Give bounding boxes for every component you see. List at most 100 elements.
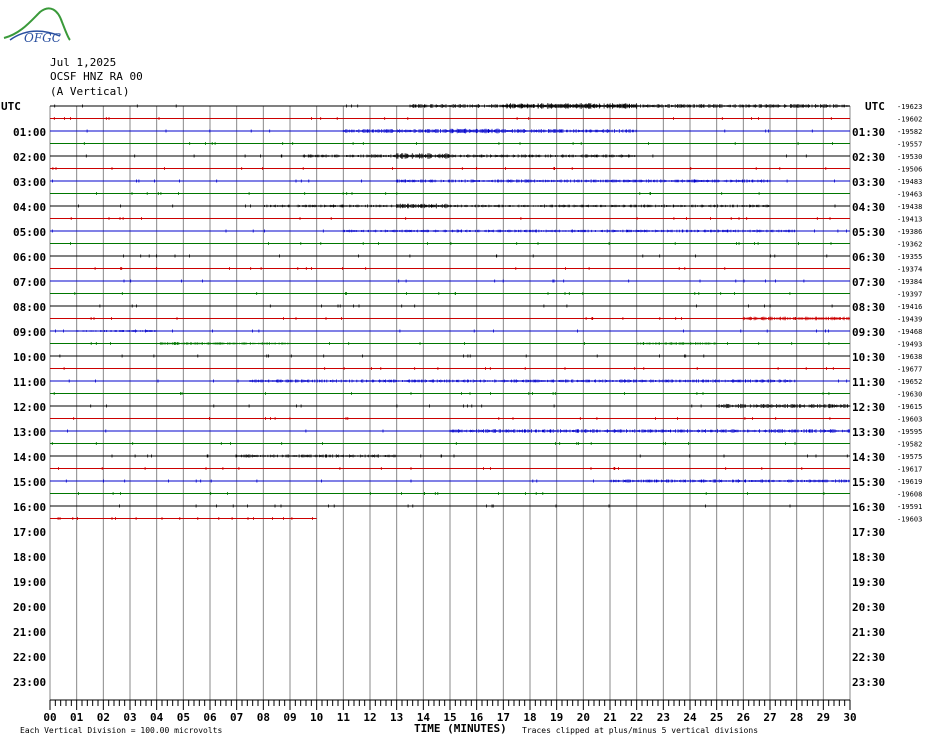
trace-offset-1: -19602: [897, 116, 922, 124]
x-tick-label-21: 21: [603, 711, 617, 724]
left-hour-label-4: 04:00: [13, 201, 46, 214]
x-tick-label-2: 02: [97, 711, 110, 724]
x-tick-label-19: 19: [550, 711, 563, 724]
left-hour-label-18: 18:00: [13, 551, 46, 564]
trace-offset-28: -19575: [897, 453, 922, 461]
right-hour-label-20: 20:30: [852, 601, 885, 614]
trace-offset-5: -19506: [897, 166, 922, 174]
trace-offset-25: -19603: [897, 416, 922, 424]
right-hour-label-15: 15:30: [852, 476, 885, 489]
right-hour-label-18: 18:30: [852, 551, 885, 564]
right-hour-label-4: 04:30: [852, 201, 885, 214]
left-hour-label-16: 16:00: [13, 501, 46, 514]
left-hour-label-21: 21:00: [13, 626, 46, 639]
left-hour-label-23: 23:00: [13, 676, 46, 689]
x-tick-label-20: 20: [577, 711, 590, 724]
trace-offset-30: -19619: [897, 478, 922, 486]
x-tick-label-29: 29: [817, 711, 830, 724]
x-tick-label-4: 04: [150, 711, 164, 724]
left-hour-labels: 01:00 02:00 03:00 04:00 05:00 06:00 07:00 08:00…: [13, 126, 46, 689]
x-tick-label-13: 13: [390, 711, 403, 724]
station-id: OCSF HNZ RA 00: [50, 70, 143, 83]
x-tick-label-27: 27: [763, 711, 776, 724]
right-hour-label-8: 08:30: [852, 301, 885, 314]
trace-offset-22: -19652: [897, 378, 922, 386]
x-tick-label-7: 07: [230, 711, 243, 724]
left-hour-label-1: 01:00: [13, 126, 46, 139]
x-tick-label-12: 12: [363, 711, 376, 724]
x-tick-label-9: 09: [283, 711, 296, 724]
x-tick-label-0: 00: [43, 711, 56, 724]
trace-offset-6: -19483: [897, 178, 922, 186]
x-tick-label-28: 28: [790, 711, 803, 724]
left-hour-label-22: 22:00: [13, 651, 46, 664]
left-hour-label-5: 05:00: [13, 226, 46, 239]
left-hour-label-11: 11:00: [13, 376, 46, 389]
left-hour-label-20: 20:00: [13, 601, 46, 614]
trace-offset-8: -19438: [897, 203, 922, 211]
trace-offset-4: -19530: [897, 153, 922, 161]
x-tick-label-30: 30: [843, 711, 856, 724]
trace-offset-16: -19416: [897, 303, 922, 311]
x-tick-label-24: 24: [683, 711, 697, 724]
x-tick-label-26: 26: [737, 711, 751, 724]
x-tick-label-22: 22: [630, 711, 643, 724]
x-axis: 00 01 02 03 04 05 06 07 08 09 10 11 12 13 14 15 16 17 18 19…: [43, 699, 857, 724]
trace-offset-11: -19362: [897, 241, 922, 249]
right-hour-label-7: 07:30: [852, 276, 885, 289]
trace-offset-13: -19374: [897, 266, 922, 274]
right-hour-label-12: 12:30: [852, 401, 885, 414]
right-hour-label-6: 06:30: [852, 251, 885, 264]
logo-text: OFGC: [24, 31, 61, 45]
trace-offset-27: -19582: [897, 441, 922, 449]
plot-grid: [49, 106, 851, 700]
left-hour-label-2: 02:00: [13, 151, 46, 164]
x-tick-label-3: 03: [123, 711, 136, 724]
trace-offset-23: -19630: [897, 391, 922, 399]
left-hour-label-10: 10:00: [13, 351, 46, 364]
right-hour-label-13: 13:30: [852, 426, 885, 439]
right-hour-label-10: 10:30: [852, 351, 885, 364]
seismogram-chart: OFGC Jul 1,2025 OCSF HNZ RA 00 (A Vertic…: [1, 7, 922, 735]
right-hour-label-21: 21:30: [852, 626, 885, 639]
right-hour-label-16: 16:30: [852, 501, 885, 514]
left-hour-label-6: 06:00: [13, 251, 46, 264]
right-hour-label-19: 19:30: [852, 576, 885, 589]
left-hour-label-9: 09:00: [13, 326, 46, 339]
trace-offset-32: -19591: [897, 503, 922, 511]
x-axis-title: TIME (MINUTES): [414, 722, 507, 735]
right-hour-label-2: 02:30: [852, 151, 885, 164]
x-tick-label-1: 01: [70, 711, 84, 724]
clip-note: Traces clipped at plus/minus 5 vertical …: [522, 726, 758, 735]
trace-offset-31: -19608: [897, 491, 922, 499]
trace-offset-24: -19615: [897, 403, 922, 411]
left-hour-label-13: 13:00: [13, 426, 46, 439]
left-hour-label-15: 15:00: [13, 476, 46, 489]
trace-offset-33: -19603: [897, 516, 922, 524]
x-tick-label-6: 06: [203, 711, 217, 724]
x-tick-label-18: 18: [523, 711, 536, 724]
scale-note: Each Vertical Division = 100.00 microvol…: [20, 726, 222, 735]
left-utc-label: UTC: [1, 100, 21, 113]
right-hour-label-5: 05:30: [852, 226, 885, 239]
component-label: (A Vertical): [50, 85, 129, 98]
right-hour-labels: 01:30 02:30 03:30 04:30 05:30 06:30 07:30 08:30…: [852, 126, 885, 689]
trace-offset-labels: -19623 -19602 -19582 -19557 -19530 -19506 -194…: [897, 103, 922, 524]
trace-offset-20: -19638: [897, 353, 922, 361]
x-tick-label-25: 25: [710, 711, 723, 724]
trace-offset-12: -19355: [897, 253, 922, 261]
right-hour-label-17: 17:30: [852, 526, 885, 539]
right-hour-label-22: 22:30: [852, 651, 885, 664]
trace-offset-7: -19463: [897, 191, 922, 199]
right-hour-label-3: 03:30: [852, 176, 885, 189]
right-hour-label-1: 01:30: [852, 126, 885, 139]
right-hour-label-11: 11:30: [852, 376, 885, 389]
logo: OFGC: [3, 7, 71, 45]
x-tick-label-23: 23: [657, 711, 670, 724]
x-tick-label-11: 11: [337, 711, 351, 724]
x-tick-label-5: 05: [177, 711, 190, 724]
trace-offset-17: -19439: [897, 316, 922, 324]
trace-offset-10: -19386: [897, 228, 922, 236]
trace-offset-21: -19677: [897, 366, 922, 374]
x-tick-label-8: 08: [257, 711, 270, 724]
